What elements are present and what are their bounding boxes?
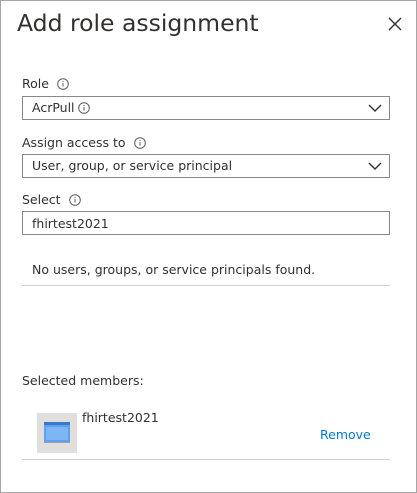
panel-title: Add role assignment	[17, 9, 259, 37]
role-label: Role	[22, 76, 49, 91]
remove-member-link[interactable]: Remove	[320, 427, 371, 442]
info-icon[interactable]	[133, 136, 146, 149]
no-results-message: No users, groups, or service principals …	[32, 262, 316, 277]
app-window-icon	[44, 422, 70, 443]
assign-access-value: User, group, or service principal	[32, 158, 233, 173]
assign-access-label: Assign access to	[22, 135, 126, 150]
member-avatar	[37, 413, 77, 453]
members-divider	[22, 459, 390, 460]
chevron-down-icon	[368, 104, 382, 112]
chevron-down-icon	[368, 162, 382, 170]
info-icon[interactable]	[57, 77, 69, 90]
info-icon[interactable]	[68, 193, 81, 206]
selected-members-label: Selected members:	[22, 373, 144, 388]
assign-access-dropdown[interactable]: User, group, or service principal	[22, 154, 390, 178]
close-button[interactable]	[387, 16, 403, 32]
select-label-row: Select	[22, 192, 81, 207]
close-icon	[388, 17, 402, 31]
member-name: fhirtest2021	[82, 410, 159, 425]
info-icon[interactable]	[77, 101, 90, 114]
role-dropdown-value: AcrPull	[32, 100, 90, 115]
assign-access-label-row: Assign access to	[22, 135, 146, 150]
role-dropdown[interactable]: AcrPull	[22, 96, 390, 120]
role-value: AcrPull	[32, 100, 75, 115]
role-label-row: Role	[22, 76, 69, 91]
select-label: Select	[22, 192, 61, 207]
assign-access-dropdown-value: User, group, or service principal	[32, 158, 232, 173]
role-assignment-panel: Add role assignment Role AcrPull Assign	[0, 0, 417, 493]
select-search-input[interactable]	[22, 211, 390, 235]
results-divider	[22, 285, 390, 286]
